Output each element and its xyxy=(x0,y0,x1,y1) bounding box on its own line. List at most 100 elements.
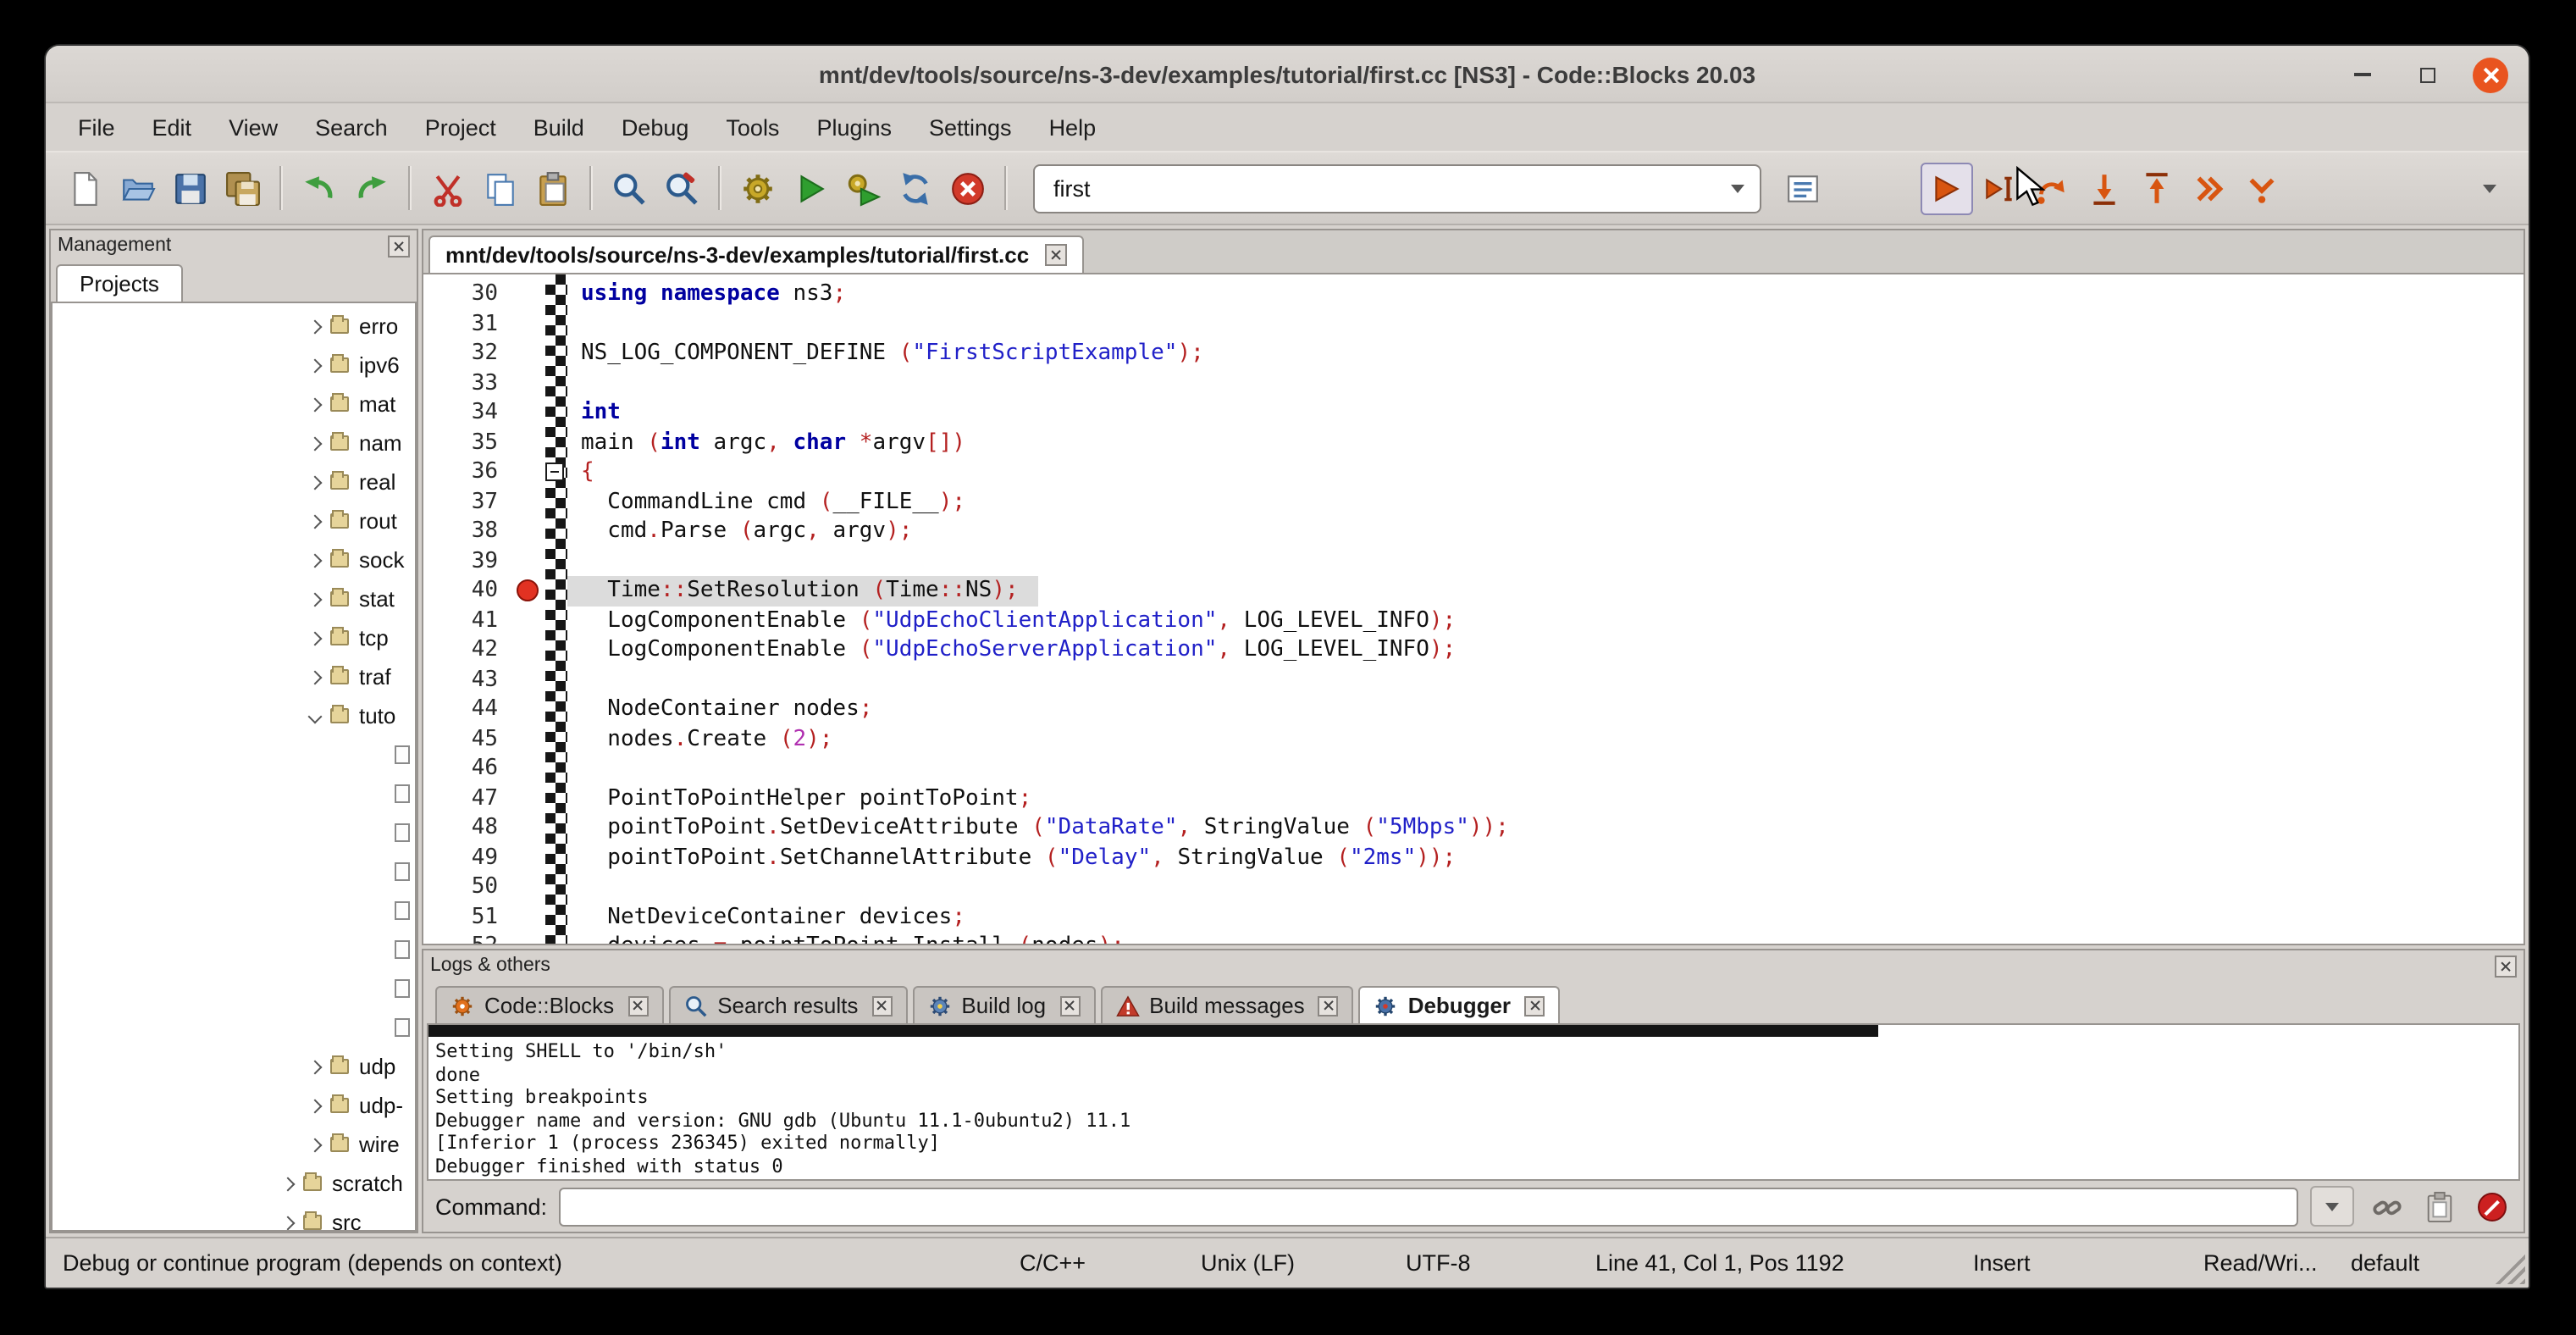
chevron-right-icon[interactable] xyxy=(276,1217,300,1227)
build-button[interactable] xyxy=(732,162,784,214)
tab-close-button[interactable] xyxy=(1524,995,1545,1016)
code-line-48[interactable]: 48 pointToPoint.SetDeviceAttribute ("Dat… xyxy=(423,813,2523,843)
chevron-right-icon[interactable] xyxy=(303,594,327,604)
tree-item-si[interactable]: si xyxy=(53,969,415,1008)
chevron-right-icon[interactable] xyxy=(303,1061,327,1072)
close-button[interactable] xyxy=(2473,57,2508,92)
editor-tab-first-cc[interactable]: mnt/dev/tools/source/ns-3-dev/examples/t… xyxy=(428,235,1083,274)
code-line-39[interactable]: 39 xyxy=(423,546,2523,576)
breakpoint-margin[interactable] xyxy=(515,813,545,843)
breakpoint-margin[interactable] xyxy=(515,280,545,309)
code-line-34[interactable]: 34int xyxy=(423,398,2523,428)
chevron-down-icon[interactable] xyxy=(303,711,327,721)
chevron-right-icon[interactable] xyxy=(303,321,327,331)
tree-item-wire[interactable]: wire xyxy=(53,1125,415,1164)
run-button[interactable] xyxy=(784,162,837,214)
code-line-49[interactable]: 49 pointToPoint.SetChannelAttribute ("De… xyxy=(423,843,2523,872)
menu-item-view[interactable]: View xyxy=(210,108,296,147)
breakpoint-margin[interactable] xyxy=(515,754,545,784)
menu-item-search[interactable]: Search xyxy=(296,108,406,147)
code-line-36[interactable]: 36{ xyxy=(423,457,2523,487)
tab-build-log[interactable]: Build log xyxy=(912,986,1095,1023)
tree-item-real[interactable]: real xyxy=(53,463,415,501)
tab-build-messages[interactable]: Build messages xyxy=(1100,986,1354,1023)
save-all-button[interactable] xyxy=(217,162,269,214)
tree-item-ipv6[interactable]: ipv6 xyxy=(53,346,415,385)
maximize-button[interactable] xyxy=(2408,56,2446,93)
tab-codeblocks[interactable]: Code::Blocks xyxy=(435,986,663,1023)
rebuild-button[interactable] xyxy=(889,162,942,214)
code-line-52[interactable]: 52 devices = pointToPoint.Install (nodes… xyxy=(423,932,2523,945)
breakpoint-margin[interactable] xyxy=(515,784,545,813)
cut-button[interactable] xyxy=(422,162,474,214)
tab-close-button[interactable] xyxy=(871,995,892,1016)
tab-search-results[interactable]: Search results xyxy=(668,986,907,1023)
tab-projects[interactable]: Projects xyxy=(56,264,183,302)
chevron-right-icon[interactable] xyxy=(303,516,327,526)
menu-item-project[interactable]: Project xyxy=(406,108,515,147)
code-line-44[interactable]: 44 NodeContainer nodes; xyxy=(423,695,2523,724)
minimize-button[interactable] xyxy=(2344,56,2381,93)
code-line-37[interactable]: 37 CommandLine cmd (__FILE__); xyxy=(423,487,2523,517)
breakpoint-icon[interactable] xyxy=(517,579,539,601)
code-line-43[interactable]: 43 xyxy=(423,665,2523,695)
menu-item-file[interactable]: File xyxy=(59,108,134,147)
paste-button[interactable] xyxy=(527,162,579,214)
tree-item-se[interactable]: se xyxy=(53,930,415,969)
chevron-right-icon[interactable] xyxy=(303,438,327,448)
chevron-right-icon[interactable] xyxy=(303,672,327,682)
tree-item-sock[interactable]: sock xyxy=(53,540,415,579)
breakpoint-margin[interactable] xyxy=(515,606,545,635)
breakpoint-margin[interactable] xyxy=(515,398,545,428)
copy-button[interactable] xyxy=(474,162,527,214)
tree-item-tcp[interactable]: tcp xyxy=(53,618,415,657)
code-editor[interactable]: 30using namespace ns3;3132NS_LOG_COMPONE… xyxy=(422,273,2525,945)
code-line-45[interactable]: 45 nodes.Create (2); xyxy=(423,724,2523,754)
command-input[interactable] xyxy=(559,1187,2298,1226)
copy-log-button[interactable] xyxy=(2418,1186,2459,1227)
breakpoint-margin[interactable] xyxy=(515,635,545,665)
breakpoint-margin[interactable] xyxy=(515,339,545,368)
attach-button[interactable] xyxy=(2366,1186,2407,1227)
tree-item-rout[interactable]: rout xyxy=(53,501,415,540)
save-button[interactable] xyxy=(164,162,217,214)
run-to-cursor-button[interactable] xyxy=(1973,162,2026,214)
code-line-51[interactable]: 51 NetDeviceContainer devices; xyxy=(423,902,2523,932)
tree-item-fo[interactable]: fo xyxy=(53,813,415,852)
code-line-30[interactable]: 30using namespace ns3; xyxy=(423,280,2523,309)
breakpoint-margin[interactable] xyxy=(515,872,545,902)
search-input[interactable] xyxy=(1050,174,1731,202)
code-line-38[interactable]: 38 cmd.Parse (argc, argv); xyxy=(423,517,2523,546)
find-button[interactable] xyxy=(603,162,655,214)
code-line-35[interactable]: 35main (int argc, char *argv[]) xyxy=(423,428,2523,457)
logs-close-button[interactable] xyxy=(2495,955,2517,977)
management-close-button[interactable] xyxy=(388,235,410,257)
tree-item-nam[interactable]: nam xyxy=(53,424,415,463)
tree-item-scratch[interactable]: scratch xyxy=(53,1164,415,1203)
build-target-combobox[interactable] xyxy=(1033,163,1761,213)
code-line-32[interactable]: 32NS_LOG_COMPONENT_DEFINE ("FirstScriptE… xyxy=(423,339,2523,368)
breakpoint-margin[interactable] xyxy=(515,576,545,606)
breakpoint-margin[interactable] xyxy=(515,428,545,457)
breakpoint-margin[interactable] xyxy=(515,695,545,724)
debugger-log[interactable]: Setting SHELL to '/bin/sh'doneSetting br… xyxy=(427,1023,2520,1181)
tree-item-fif[interactable]: fif xyxy=(53,735,415,774)
breakpoint-margin[interactable] xyxy=(515,457,545,487)
tab-debugger[interactable]: Debugger xyxy=(1359,986,1560,1025)
tree-item-traf[interactable]: traf xyxy=(53,657,415,696)
breakpoint-margin[interactable] xyxy=(515,517,545,546)
debug-continue-button[interactable] xyxy=(1921,162,1973,214)
chevron-right-icon[interactable] xyxy=(303,1100,327,1111)
new-file-button[interactable] xyxy=(59,162,112,214)
tree-item-fir[interactable]: fir xyxy=(53,774,415,813)
chevron-right-icon[interactable] xyxy=(303,477,327,487)
fold-marker-icon[interactable] xyxy=(545,463,564,481)
stop-debugger-button[interactable] xyxy=(2471,1186,2512,1227)
replace-button[interactable] xyxy=(655,162,708,214)
menu-item-debug[interactable]: Debug xyxy=(603,108,708,147)
menu-item-tools[interactable]: Tools xyxy=(707,108,798,147)
chevron-right-icon[interactable] xyxy=(303,399,327,409)
tree-item-src[interactable]: src xyxy=(53,1203,415,1232)
tab-close-button[interactable] xyxy=(627,995,648,1016)
code-line-41[interactable]: 41 LogComponentEnable ("UdpEchoClientApp… xyxy=(423,606,2523,635)
